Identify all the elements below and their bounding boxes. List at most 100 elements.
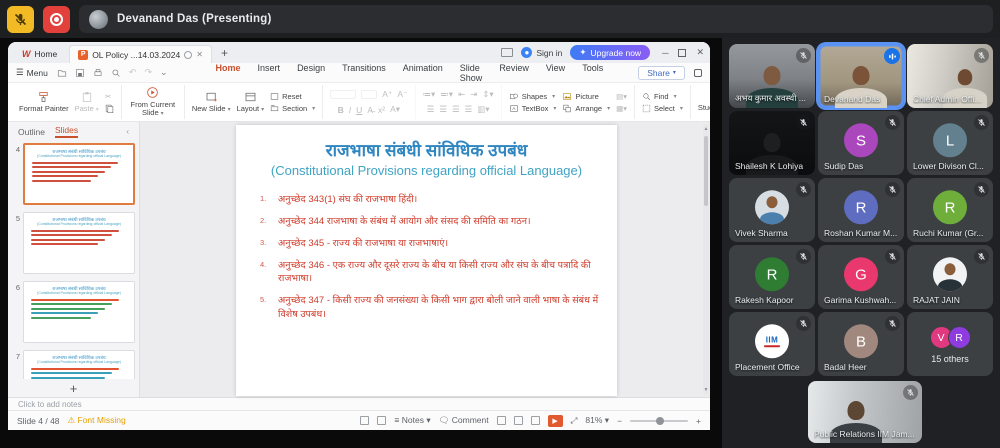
participant-tile[interactable]: R Roshan Kumar M... — [818, 178, 904, 242]
slide-sorter-icon[interactable] — [513, 416, 523, 425]
copy-icon[interactable] — [105, 104, 114, 113]
scroll-down-icon[interactable]: ▼ — [703, 387, 709, 393]
notes-area[interactable]: Click to add notes — [8, 397, 710, 410]
bullet-list-icon[interactable]: ≔▾ — [423, 89, 436, 100]
participant-tile[interactable]: RAJAT JAIN — [907, 245, 993, 309]
participant-tile[interactable]: Public Relations IIM Jam... — [808, 381, 922, 443]
participant-tile[interactable]: V R 15 others — [907, 312, 993, 376]
ribbon-tab-transitions[interactable]: Transitions — [341, 60, 387, 86]
comment-toggle[interactable]: 🗨 Comment — [439, 415, 489, 426]
print-preview-icon[interactable] — [111, 68, 121, 78]
zoom-slider-knob[interactable] — [656, 416, 665, 425]
close-window-button[interactable]: ✕ — [696, 47, 704, 58]
minimize-button[interactable]: ─ — [662, 48, 668, 58]
line-spacing-icon[interactable]: ⇕▾ — [482, 89, 493, 100]
font-size-box[interactable] — [361, 90, 378, 99]
reading-view-icon[interactable] — [530, 416, 540, 425]
slides-tab[interactable]: Slides — [54, 125, 79, 138]
format-painter-button[interactable]: Format Painter — [19, 91, 69, 113]
open-file-icon[interactable] — [57, 68, 67, 78]
shapes-button[interactable]: Shapes — [509, 92, 557, 101]
superscript-button[interactable]: x² — [378, 105, 385, 115]
ribbon-tab-slide-show[interactable]: Slide Show — [459, 60, 484, 86]
participant-tile[interactable]: Chief Admin Offi... — [907, 44, 993, 108]
columns-icon[interactable]: ▥▾ — [477, 104, 489, 115]
new-tab-button[interactable]: + — [216, 46, 233, 60]
participant-tile[interactable]: Vivek Sharma — [729, 178, 815, 242]
picture-button[interactable]: Picture — [562, 92, 610, 101]
new-slide-button[interactable]: New Slide — [192, 91, 231, 114]
student-tools-button[interactable]: Student Tools — [698, 91, 710, 113]
font-color-button[interactable]: A▾ — [390, 104, 400, 115]
align-right-icon[interactable]: ☰ — [452, 104, 460, 115]
notes-toggle[interactable]: ≡ Notes ▾ — [394, 415, 430, 426]
slide-thumbnail-5[interactable]: 5 राजभाषा संबंधी सांविधिक उपबंध (Constitut… — [10, 212, 135, 274]
italic-button[interactable]: I — [349, 105, 351, 115]
grow-font-icon[interactable]: A⁺ — [382, 89, 392, 100]
align-left-icon[interactable]: ☰ — [427, 104, 435, 115]
justify-icon[interactable]: ☰ — [465, 104, 473, 115]
participant-tile[interactable]: IIM Placement Office — [729, 312, 815, 376]
ribbon-tab-review[interactable]: Review — [498, 60, 530, 86]
find-button[interactable]: Find — [642, 92, 683, 101]
zoom-in-button[interactable]: + — [696, 416, 701, 426]
strike-button[interactable]: A̶ — [367, 105, 373, 115]
document-tab[interactable]: P OL Policy ...14.03.2024 ✕ — [69, 45, 212, 63]
font-name-box[interactable] — [330, 90, 357, 99]
layout-button[interactable]: Layout — [237, 91, 265, 114]
from-current-slide-button[interactable]: From Current Slide — [129, 86, 177, 118]
indent-more-icon[interactable]: ⇥ — [470, 89, 477, 100]
participant-tile[interactable]: G Garima Kushwah... — [818, 245, 904, 309]
bold-button[interactable]: B — [338, 105, 344, 115]
header-icon[interactable]: ▤▾ — [616, 92, 627, 101]
ribbon-tab-design[interactable]: Design — [296, 60, 326, 86]
ribbon-tab-tools[interactable]: Tools — [581, 60, 604, 86]
participant-tile[interactable]: Devanand Das — [818, 44, 904, 108]
zoom-slider[interactable] — [630, 416, 689, 425]
slide-thumbnail-7[interactable]: 7 राजभाषा संबंधी सांविधिक उपबंध (Constitut… — [10, 350, 135, 379]
mic-muted-indicator[interactable] — [7, 5, 34, 33]
fit-slide-icon[interactable]: ⤢ — [571, 415, 578, 426]
slide-thumbnail-4[interactable]: 4 राजभाषा संबंधी सांविधिक उपबंध (Constitut… — [10, 143, 135, 205]
participant-tile[interactable]: L Lower Divison Cl... — [907, 111, 993, 175]
outline-tab[interactable]: Outline — [18, 127, 45, 137]
shrink-font-icon[interactable]: A⁻ — [397, 89, 407, 100]
upgrade-button[interactable]: ✦ Upgrade now — [570, 45, 651, 60]
participant-tile[interactable]: S Sudip Das — [818, 111, 904, 175]
participant-tile[interactable]: R Rakesh Kapoor — [729, 245, 815, 309]
font-missing-warning[interactable]: ⚠ Font Missing — [68, 415, 126, 426]
participant-tile[interactable]: R Ruchi Kumar (Gr... — [907, 178, 993, 242]
select-button[interactable]: Select — [642, 104, 683, 113]
zoom-level[interactable]: 81% ▾ — [585, 415, 609, 426]
participant-tile[interactable]: Shailesh K Lohiya — [729, 111, 815, 175]
comment-panel-icon[interactable] — [693, 68, 702, 77]
ribbon-tab-insert[interactable]: Insert — [257, 60, 282, 86]
ribbon-tab-view[interactable]: View — [545, 60, 566, 86]
normal-view-icon[interactable] — [496, 416, 506, 425]
scroll-up-icon[interactable]: ▲ — [703, 126, 709, 132]
slide-number-icon[interactable]: ▦▾ — [616, 104, 627, 113]
slide-canvas[interactable]: राजभाषा संबंधी सांविधिक उपबंध (Constitut… — [236, 125, 617, 396]
textbox-button[interactable]: A TextBox — [509, 104, 557, 113]
reset-button[interactable]: Reset — [270, 92, 315, 101]
vertical-scrollbar[interactable]: ▲ ▼ — [703, 124, 709, 395]
menu-button[interactable]: ☰ Menu — [16, 67, 48, 78]
participant-tile[interactable]: अभय कुमार अवस्थी ... — [729, 44, 815, 108]
arrange-button[interactable]: Arrange — [562, 104, 610, 113]
ribbon-tab-animation[interactable]: Animation — [402, 60, 444, 86]
close-tab-icon[interactable]: ✕ — [196, 50, 203, 59]
participant-tile[interactable]: B Badal Heer — [818, 312, 904, 376]
cut-icon[interactable]: ✂ — [105, 92, 114, 101]
recording-indicator[interactable] — [43, 5, 70, 33]
share-button[interactable]: Share ▾ — [638, 65, 685, 80]
align-center-icon[interactable]: ☰ — [439, 104, 447, 115]
slideshow-button[interactable]: ▶ — [547, 414, 563, 427]
spellcheck-icon[interactable] — [360, 416, 370, 425]
zoom-out-button[interactable]: − — [617, 416, 622, 426]
indent-less-icon[interactable]: ⇤ — [458, 89, 465, 100]
save-icon[interactable] — [75, 68, 85, 78]
restore-button[interactable] — [678, 48, 687, 57]
more-commands-icon[interactable]: ⌄ — [160, 67, 168, 78]
ribbon-tab-home[interactable]: Home — [214, 60, 242, 86]
collapse-panel-icon[interactable]: ‹ — [126, 127, 129, 136]
